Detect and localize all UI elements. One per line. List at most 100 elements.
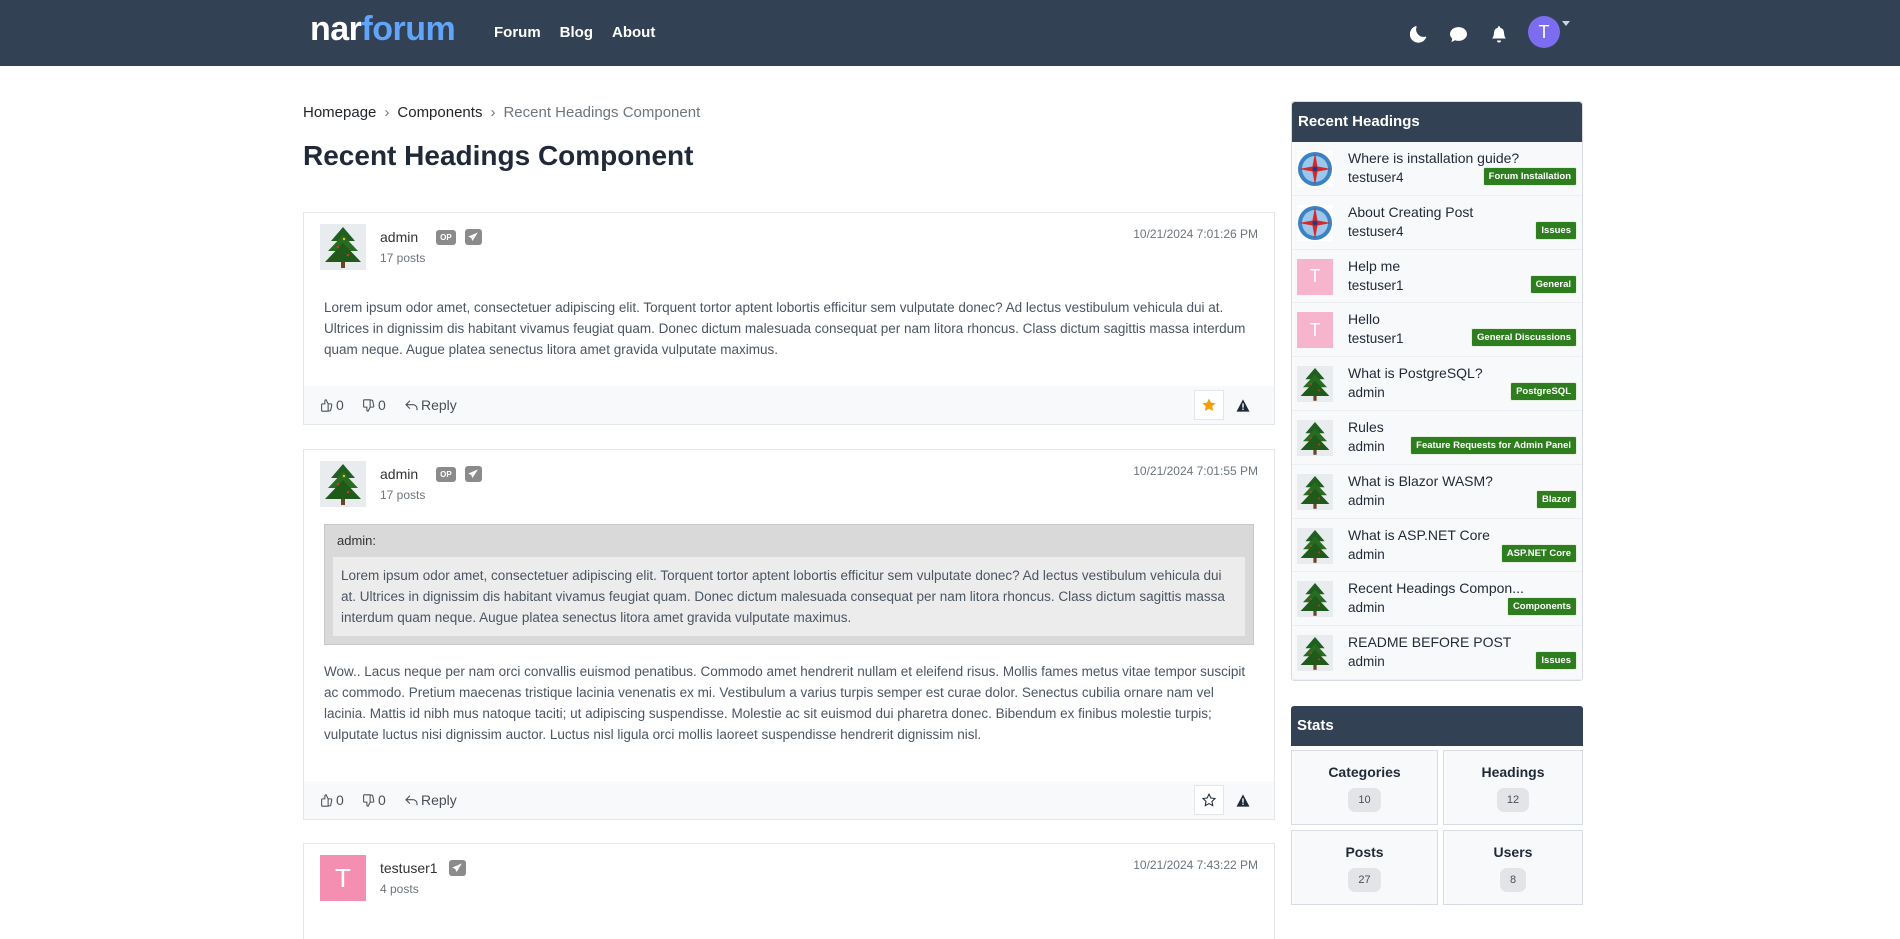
recent-heading-title[interactable]: Hello: [1348, 311, 1380, 327]
recent-heading-item[interactable]: What is PostgreSQL? admin PostgreSQL: [1292, 357, 1582, 411]
compass-icon: [1298, 205, 1332, 240]
post-author-name[interactable]: testuser1: [380, 860, 438, 876]
stat-value: 27: [1348, 867, 1381, 892]
post-text: Wow.. Lacus neque per nam orci convallis…: [324, 664, 1246, 742]
category-badge[interactable]: ASP.NET Core: [1500, 543, 1577, 563]
recent-heading-title[interactable]: What is ASP.NET Core: [1348, 527, 1490, 543]
breadcrumb-components[interactable]: Components: [397, 104, 482, 121]
post-author-name[interactable]: admin: [380, 466, 418, 482]
stat-label: Posts: [1345, 843, 1384, 860]
avatar[interactable]: [320, 461, 366, 507]
recent-heading-item[interactable]: What is Blazor WASM? admin Blazor: [1292, 464, 1582, 519]
recent-heading-item[interactable]: Where is installation guide? testuser4 For…: [1292, 142, 1582, 196]
breadcrumb-homepage[interactable]: Homepage: [303, 104, 376, 121]
recent-heading-item[interactable]: What is ASP.NET Core admin ASP.NET Core: [1292, 518, 1582, 573]
dislike-button[interactable]: 0: [362, 792, 386, 808]
avatar: T: [1297, 258, 1333, 295]
post-header: admin OP 17 posts 10/21/2024 7:01:26 PM: [304, 213, 1274, 293]
category-badge[interactable]: General Discussions: [1471, 328, 1577, 348]
recent-heading-title[interactable]: Recent Headings Compon...: [1348, 580, 1524, 596]
thumbs-up-icon: [321, 793, 333, 807]
post-date: 10/21/2024 7:01:26 PM: [1133, 227, 1258, 241]
recent-heading-user: testuser4: [1348, 223, 1404, 239]
tree-icon: [1300, 368, 1330, 401]
post-count: 4 posts: [380, 882, 419, 896]
like-button[interactable]: 0: [320, 397, 344, 413]
post-footer: 0 0 Reply: [304, 386, 1274, 424]
breadcrumb: Homepage › Components › Recent Headings …: [303, 100, 1275, 124]
recent-headings-card: Recent Headings Where is installation gu…: [1291, 101, 1583, 681]
user-avatar[interactable]: T: [1528, 16, 1570, 48]
chevron-down-icon: [1562, 21, 1570, 26]
category-badge[interactable]: Issues: [1535, 651, 1577, 671]
recent-heading-user: admin: [1348, 600, 1385, 616]
nav-link-forum[interactable]: Forum: [494, 24, 541, 41]
bell-icon[interactable]: [1488, 22, 1509, 46]
post-author-name[interactable]: admin: [380, 229, 418, 245]
recent-heading-title[interactable]: Where is installation guide?: [1348, 150, 1519, 166]
post-author: testuser1: [380, 860, 466, 876]
stat-value: 12: [1496, 787, 1530, 812]
avatar: [1297, 366, 1333, 403]
category-badge[interactable]: Components: [1506, 597, 1577, 617]
category-badge[interactable]: PostgreSQL: [1510, 382, 1577, 402]
recent-heading-user: admin: [1348, 385, 1385, 401]
dislike-button[interactable]: 0: [362, 397, 386, 413]
recent-heading-title[interactable]: About Creating Post: [1348, 204, 1473, 220]
recent-heading-item[interactable]: Recent Headings Compon... admin Components: [1292, 572, 1582, 627]
recent-heading-user: admin: [1348, 438, 1385, 454]
recent-heading-title[interactable]: Help me: [1348, 258, 1400, 274]
tree-icon: [1300, 421, 1330, 455]
stat-headings: Headings 12: [1443, 749, 1583, 825]
thumbs-up-icon: [321, 398, 333, 412]
recent-heading-item[interactable]: Rules admin Feature Requests for Admin Pan…: [1292, 410, 1582, 465]
stats-title: Stats: [1291, 705, 1583, 746]
recent-heading-title[interactable]: What is PostgreSQL?: [1348, 365, 1483, 381]
tree-icon: [1300, 637, 1330, 670]
star-filled-icon: [1202, 398, 1216, 411]
warning-icon: [1236, 398, 1250, 412]
reply-icon: [405, 399, 418, 410]
reply-button[interactable]: Reply: [405, 792, 457, 808]
post-count: 17 posts: [380, 488, 426, 502]
breadcrumb-separator: ›: [384, 103, 390, 121]
post-card: admin OP 17 posts 10/21/2024 7:01:26 PM …: [303, 212, 1275, 425]
send-icon[interactable]: [464, 229, 482, 245]
category-badge[interactable]: General: [1529, 274, 1577, 294]
recent-heading-title[interactable]: Rules: [1348, 419, 1384, 435]
post-body: Lorem ipsum odor amet, consectetuer adip…: [324, 300, 1246, 357]
main-content: Homepage › Components › Recent Headings …: [303, 100, 1275, 939]
recent-heading-item[interactable]: T Hello testuser1 General Discussions: [1292, 303, 1582, 358]
recent-heading-title[interactable]: What is Blazor WASM?: [1348, 473, 1493, 489]
post-date: 10/21/2024 7:01:55 PM: [1133, 464, 1258, 478]
category-badge[interactable]: Forum Installation: [1482, 167, 1577, 186]
avatar[interactable]: [320, 224, 366, 270]
avatar: [1297, 527, 1333, 564]
category-badge[interactable]: Issues: [1535, 220, 1577, 240]
category-badge[interactable]: Feature Requests for Admin Panel: [1410, 435, 1577, 455]
like-button[interactable]: 0: [320, 792, 344, 808]
favorite-button[interactable]: [1194, 390, 1224, 420]
star-outline-icon: [1202, 793, 1216, 807]
reply-button[interactable]: Reply: [405, 397, 457, 413]
recent-heading-title[interactable]: README BEFORE POST: [1348, 634, 1511, 650]
moon-icon[interactable]: [1408, 22, 1429, 46]
recent-heading-item[interactable]: T Help me testuser1 General: [1292, 249, 1582, 304]
brand-logo[interactable]: narforum: [310, 10, 456, 49]
report-button[interactable]: [1228, 390, 1258, 420]
chat-icon[interactable]: [1448, 22, 1469, 46]
nav-link-blog[interactable]: Blog: [560, 24, 593, 41]
avatar: [1297, 204, 1333, 241]
avatar: T: [1297, 312, 1333, 349]
recent-heading-item[interactable]: About Creating Post testuser4 Issues: [1292, 195, 1582, 250]
compass-icon: [1298, 152, 1332, 186]
recent-heading-item[interactable]: README BEFORE POST admin Issues: [1292, 626, 1582, 680]
avatar[interactable]: T: [320, 855, 366, 901]
report-button[interactable]: [1228, 785, 1258, 815]
send-icon[interactable]: [448, 860, 466, 876]
category-badge[interactable]: Blazor: [1535, 489, 1577, 509]
send-icon[interactable]: [464, 466, 482, 482]
favorite-button[interactable]: [1194, 785, 1224, 815]
breadcrumb-current: Recent Headings Component: [503, 103, 701, 121]
nav-link-about[interactable]: About: [612, 24, 655, 41]
